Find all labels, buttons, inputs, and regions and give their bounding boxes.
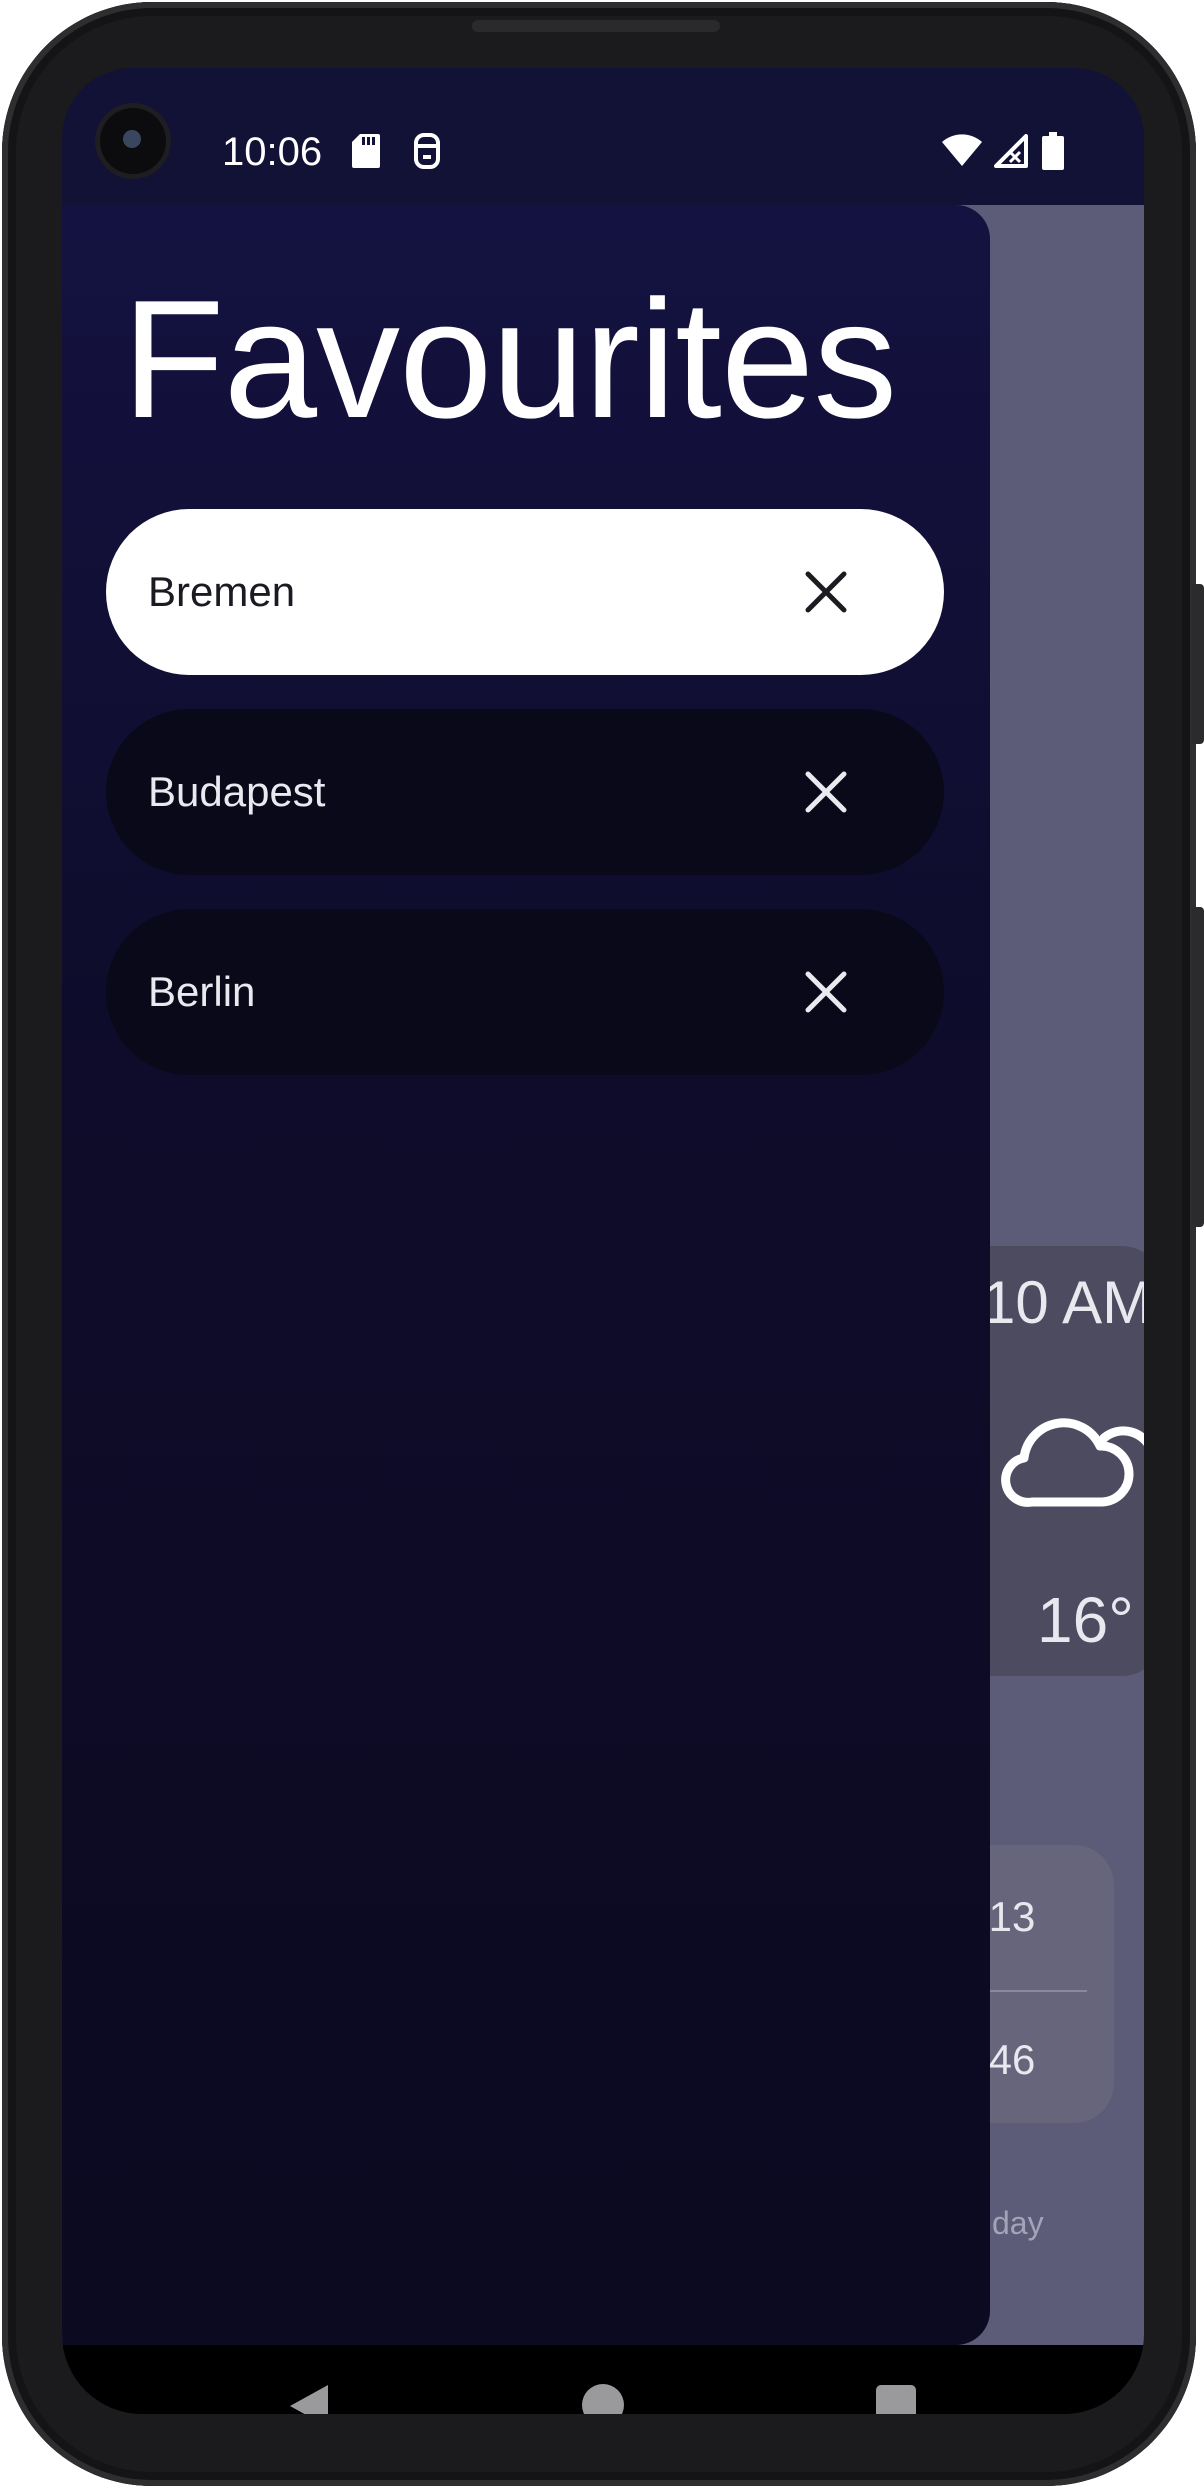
battery-icon bbox=[1042, 132, 1064, 170]
hour-time: 10 AM bbox=[982, 1269, 1144, 1336]
earpiece-speaker bbox=[472, 20, 720, 32]
power-button bbox=[1192, 907, 1204, 1227]
signal-icon bbox=[994, 134, 1028, 168]
phone-frame: 10 AM 16° :13 :46 day 10:06 Favourites B… bbox=[2, 2, 1204, 2486]
favourite-item-bremen[interactable]: Bremen bbox=[106, 509, 944, 675]
face-icon bbox=[414, 133, 440, 169]
sd-card-icon bbox=[352, 134, 380, 168]
wifi-icon bbox=[942, 134, 982, 166]
footer-text: day bbox=[992, 2205, 1044, 2241]
favourite-item-label: Berlin bbox=[148, 968, 256, 1015]
volume-button bbox=[1192, 584, 1204, 744]
back-icon[interactable] bbox=[286, 2383, 330, 2414]
favourite-item-budapest[interactable]: Budapest bbox=[106, 709, 944, 875]
front-camera bbox=[100, 108, 166, 174]
favourites-drawer: Favourites Bremen Budapest Berlin bbox=[62, 205, 990, 2345]
close-icon[interactable] bbox=[796, 962, 856, 1022]
hour-temperature: 16° bbox=[1037, 1584, 1134, 1656]
recents-icon[interactable] bbox=[876, 2385, 916, 2414]
divider bbox=[977, 1990, 1087, 1992]
close-icon[interactable] bbox=[796, 762, 856, 822]
favourite-item-label: Budapest bbox=[148, 768, 326, 815]
cloud-icon bbox=[1001, 1418, 1144, 1507]
status-time: 10:06 bbox=[222, 130, 323, 174]
favourite-item-label: Bremen bbox=[148, 568, 296, 615]
screen: 10 AM 16° :13 :46 day 10:06 Favourites B… bbox=[62, 68, 1144, 2414]
close-icon[interactable] bbox=[796, 562, 856, 622]
drawer-title: Favourites bbox=[122, 265, 897, 453]
favourite-item-berlin[interactable]: Berlin bbox=[106, 909, 944, 1075]
